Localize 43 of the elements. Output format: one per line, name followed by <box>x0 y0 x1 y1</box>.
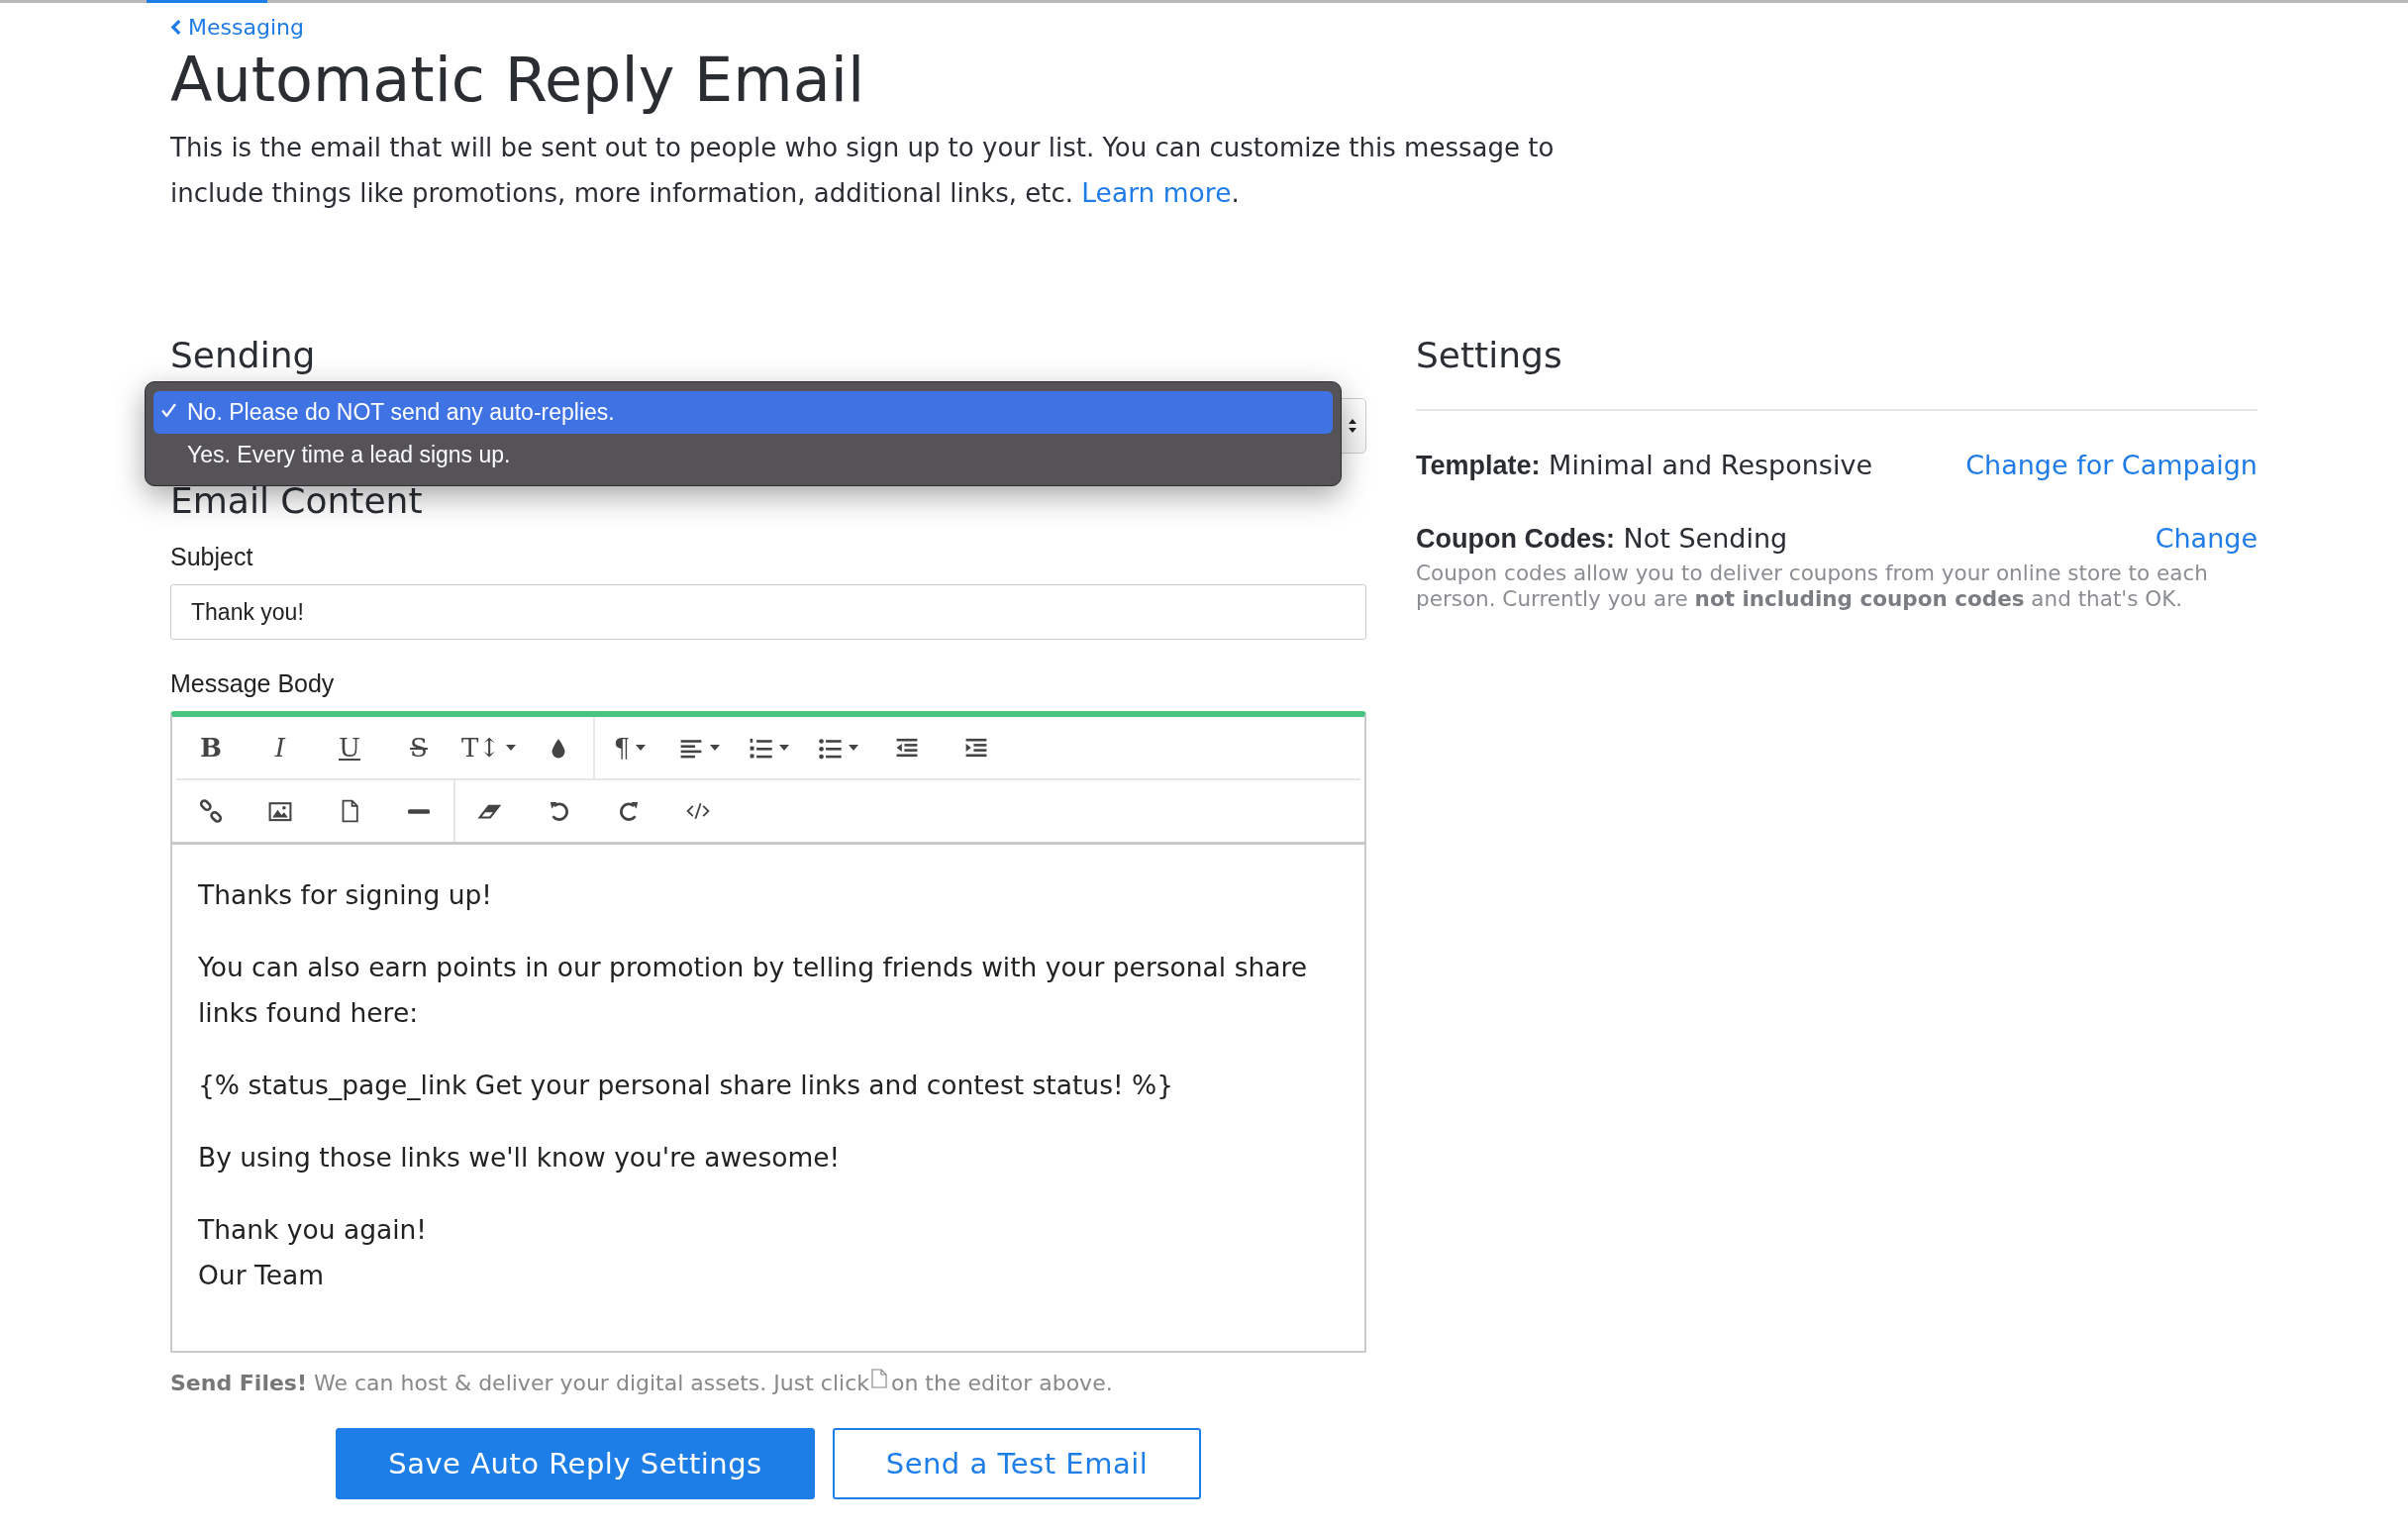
page-title: Automatic Reply Email <box>170 44 866 117</box>
change-link[interactable]: Change for Campaign <box>1965 449 2258 482</box>
send-files-note: on the editor above. <box>890 1370 1113 1397</box>
change-link[interactable]: Change <box>2155 522 2258 556</box>
section-heading: Settings <box>1416 334 1563 377</box>
body-text: {% status_page_link Get your personal share links and contest status! %} <box>198 1069 1175 1102</box>
italic-button[interactable]: I <box>246 724 315 771</box>
body-text: Our Team <box>198 1259 325 1292</box>
checkmark-icon <box>161 403 176 417</box>
body-text: Thank you again! <box>198 1213 428 1247</box>
chevron-left-icon <box>170 20 182 35</box>
section-heading: Sending <box>170 334 317 377</box>
save-button[interactable]: Save Auto Reply Settings <box>336 1428 815 1499</box>
dropdown-option[interactable]: No. Please do NOT send any auto-replies. <box>153 391 1333 434</box>
caret-icon <box>636 745 647 751</box>
link-icon <box>198 798 224 824</box>
file-icon <box>870 1369 887 1388</box>
body-text: Thanks for signing up! <box>198 878 493 912</box>
dropdown-option[interactable]: Yes. Every time a lead signs up. <box>153 434 1333 476</box>
caret-icon <box>710 745 721 751</box>
strikethrough-button[interactable]: S <box>384 724 453 771</box>
setting-text: Template: Minimal and Responsive <box>1416 449 1872 482</box>
bold-button[interactable]: B <box>176 724 246 771</box>
body-text: By using those links we'll know you're awesome! <box>198 1141 842 1175</box>
setting-description: Coupon codes allow you to deliver coupons from your online store to each person. Currently you are not including coupon codes and that's OK. <box>1416 561 2209 612</box>
paragraph-button[interactable]: ¶ <box>595 724 665 771</box>
section-heading: Email Content <box>170 479 424 523</box>
learn-more-link[interactable]: Learn more <box>1081 177 1232 208</box>
subject-field[interactable]: Thank you! <box>170 584 1366 640</box>
field-label: Message Body <box>170 668 336 698</box>
underline-button[interactable]: U <box>315 724 384 771</box>
back-link[interactable]: Messaging <box>170 15 304 40</box>
field-label: Subject <box>170 542 254 571</box>
caret-icon <box>849 745 859 751</box>
font-size-button[interactable]: T↕ <box>453 724 525 771</box>
body-text: You can also earn points in our promotion by telling friends with your personal share links found here: <box>198 951 1309 1030</box>
test-email-button[interactable]: Send a Test Email <box>833 1428 1201 1499</box>
send-files-note: Send Files! We can host & deliver your digital assets. Just click <box>170 1370 869 1397</box>
intro-text: This is the email that will be sent out to people who sign up to your list. You can customize this message to include things like promotions, more information, additional links, etc. Learn more. <box>170 132 1555 210</box>
caret-icon <box>506 745 517 751</box>
setting-text: Coupon Codes: Not Sending <box>1416 522 1788 556</box>
caret-icon <box>779 745 790 751</box>
up-down-arrows-icon <box>1348 418 1357 434</box>
